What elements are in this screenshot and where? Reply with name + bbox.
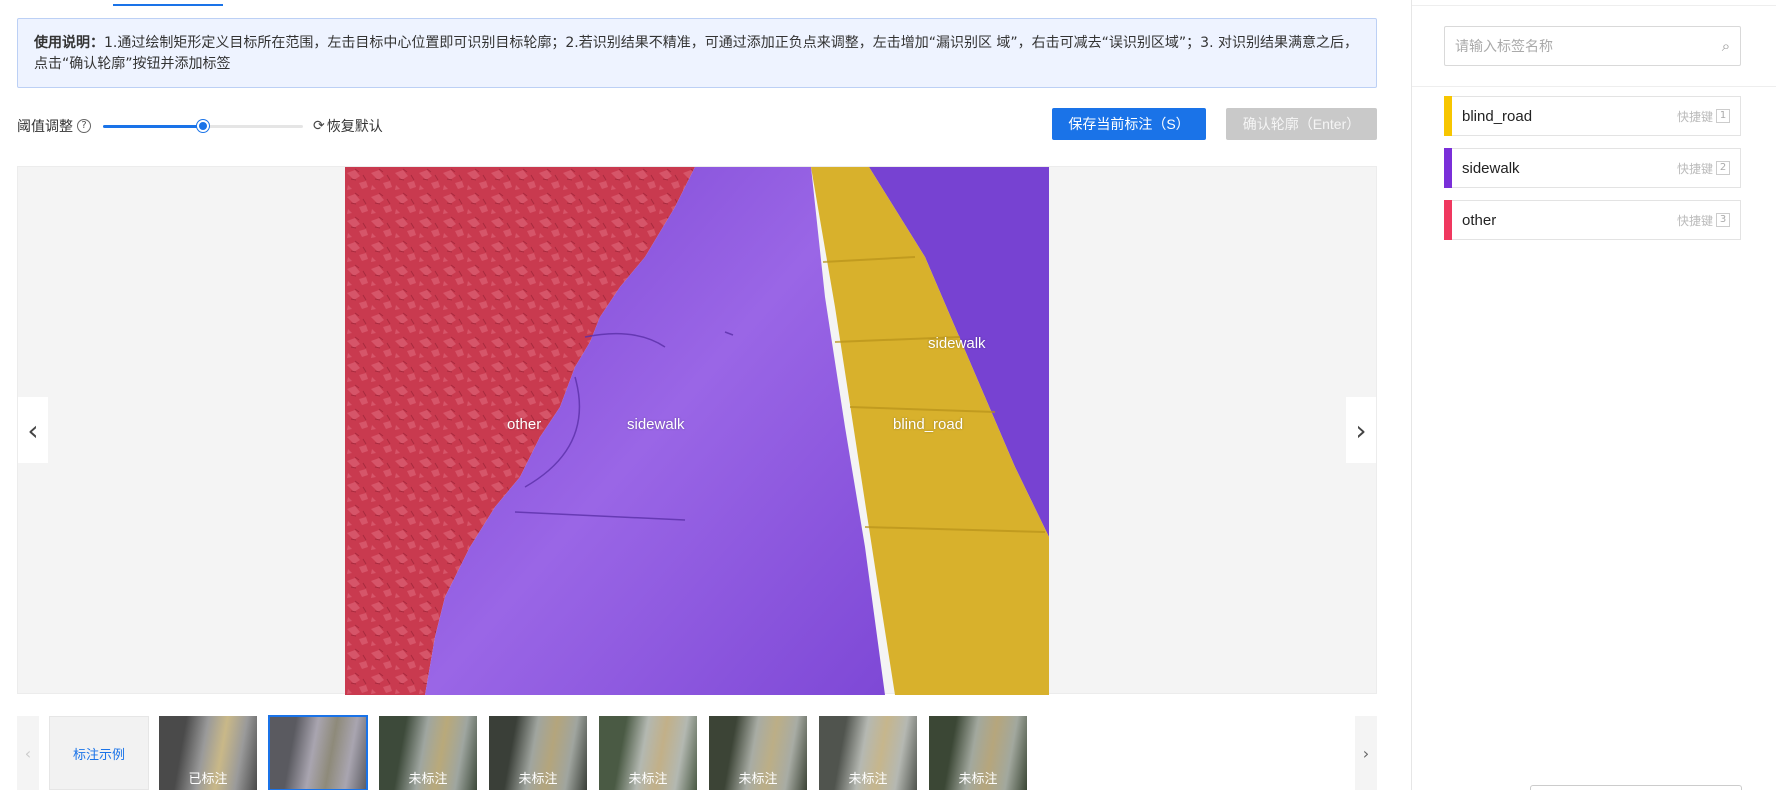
active-tab-indicator: [113, 0, 223, 6]
chevron-left-icon: ‹: [27, 413, 39, 447]
search-icon[interactable]: ⌕: [1712, 37, 1740, 55]
annotation-example-button[interactable]: 标注示例: [49, 716, 149, 790]
confirm-contour-button[interactable]: 确认轮廓（Enter）: [1226, 108, 1377, 140]
save-annotation-button[interactable]: 保存当前标注（S）: [1052, 108, 1206, 140]
thumbnail-prev-button[interactable]: ‹: [17, 716, 39, 790]
label-item-blind-road[interactable]: blind_road 快捷键 1: [1444, 96, 1741, 136]
label-search[interactable]: ⌕: [1444, 26, 1741, 66]
thumbnail-next-button[interactable]: ›: [1355, 716, 1377, 790]
thumbnail-status: 未标注: [958, 772, 998, 787]
label-name: other: [1462, 211, 1497, 229]
thumbnail-item[interactable]: 未标注: [709, 716, 807, 790]
refresh-icon: ⟳: [313, 118, 325, 134]
thumbnail-strip: ‹ 标注示例 已标注 未标注 未标注 未标注 未标注 未标注 未标注 ›: [17, 715, 1377, 790]
label-shortcut: 快捷键 1: [1677, 108, 1730, 125]
right-panel-top: [1412, 0, 1776, 6]
label-item-other[interactable]: other 快捷键 3: [1444, 200, 1741, 240]
shortcut-text: 快捷键: [1676, 213, 1713, 228]
annotation-canvas[interactable]: ‹ other sidewalk blind_road sidewalk ›: [17, 166, 1377, 695]
usage-instructions: 使用说明：1.通过绘制矩形定义目标所在范围，左击目标中心位置即可识别目标轮廓；2…: [17, 18, 1377, 88]
thumbnail-status: 未标注: [848, 772, 888, 787]
thumbnail-status: 未标注: [408, 772, 448, 787]
label-color-swatch: [1444, 200, 1452, 240]
thumbnail-status: 未标注: [628, 772, 668, 787]
thumbnail-status: 未标注: [738, 772, 778, 787]
segmentation-image[interactable]: other sidewalk blind_road sidewalk: [345, 167, 1049, 695]
panel-divider: [1411, 0, 1412, 790]
chevron-left-icon: ‹: [24, 743, 32, 763]
region-label-blind-road: blind_road: [893, 416, 964, 433]
threshold-label: 阈值调整: [17, 119, 73, 135]
label-search-input[interactable]: [1455, 38, 1712, 54]
thumbnail-item[interactable]: 未标注: [489, 716, 587, 790]
label-name: sidewalk: [1462, 159, 1520, 177]
label-shortcut: 快捷键 2: [1677, 160, 1730, 177]
shortcut-key: 1: [1716, 109, 1730, 123]
shortcut-key: 3: [1716, 213, 1730, 227]
region-label-sidewalk-right: sidewalk: [928, 335, 986, 352]
reset-default-label: 恢复默认: [326, 119, 383, 135]
label-item-sidewalk[interactable]: sidewalk 快捷键 2: [1444, 148, 1741, 188]
instructions-text: 1.通过绘制矩形定义目标所在范围，左击目标中心位置即可识别目标轮廓；2.若识别结…: [34, 35, 1358, 72]
chevron-right-icon: ›: [1355, 413, 1367, 447]
shortcut-text: 快捷键: [1676, 161, 1713, 176]
region-label-sidewalk: sidewalk: [627, 416, 685, 433]
slider-fill: [103, 125, 203, 128]
thumbnail-item[interactable]: 未标注: [379, 716, 477, 790]
next-image-button[interactable]: ›: [1346, 397, 1376, 463]
threshold-control: 阈值调整 ? ⟳ 恢复默认: [17, 112, 383, 140]
thumbnail-status: 未标注: [518, 772, 558, 787]
chevron-right-icon: ›: [1362, 743, 1370, 763]
reset-default-button[interactable]: ⟳ 恢复默认: [313, 116, 383, 136]
label-name: blind_road: [1462, 107, 1533, 125]
shortcut-text: 快捷键: [1676, 109, 1713, 124]
threshold-slider[interactable]: [103, 119, 303, 133]
instructions-title: 使用说明：: [34, 35, 104, 51]
search-separator: [1412, 86, 1776, 87]
thumbnail-item[interactable]: 未标注: [929, 716, 1027, 790]
thumbnail-item[interactable]: 已标注: [159, 716, 257, 790]
thumbnail-status: 已标注: [188, 772, 228, 787]
label-shortcut: 快捷键 3: [1677, 212, 1730, 229]
thumbnail-item[interactable]: [268, 715, 368, 790]
label-color-swatch: [1444, 148, 1452, 188]
thumbnail-item[interactable]: 未标注: [819, 716, 917, 790]
region-label-other: other: [507, 416, 542, 433]
thumbnail-item[interactable]: 未标注: [599, 716, 697, 790]
help-icon[interactable]: ?: [77, 119, 91, 133]
slider-handle[interactable]: [197, 120, 209, 132]
panel-bottom-tab: [1530, 785, 1742, 790]
previous-image-button[interactable]: ‹: [18, 397, 48, 463]
shortcut-key: 2: [1716, 161, 1730, 175]
label-color-swatch: [1444, 96, 1452, 136]
